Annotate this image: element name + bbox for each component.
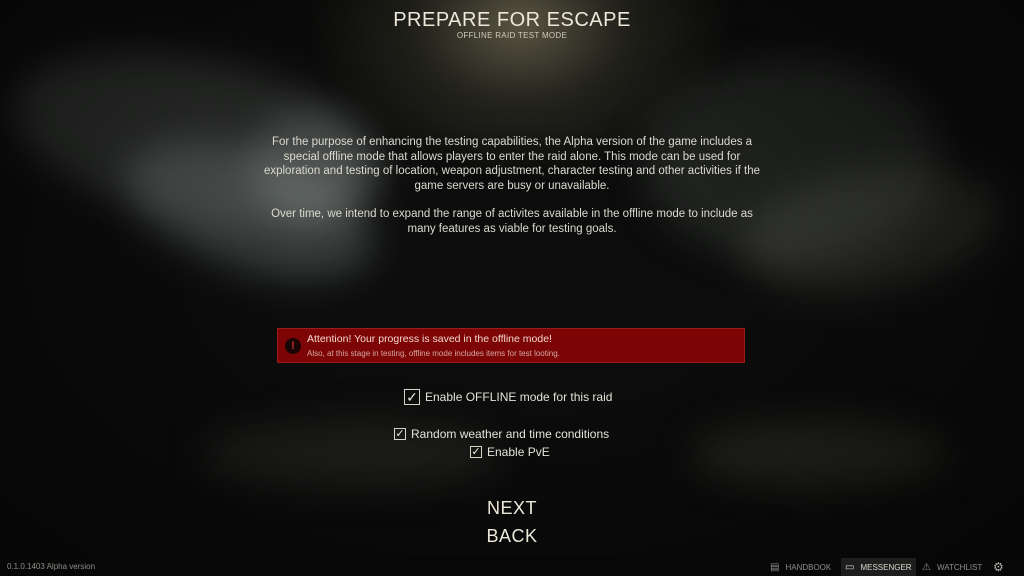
messenger-label: MESSENGER bbox=[860, 562, 912, 572]
page-subtitle: OFFLINE RAID TEST MODE bbox=[456, 31, 568, 40]
random-weather-option[interactable]: ✓ Random weather and time conditions bbox=[394, 426, 609, 442]
messenger-button[interactable]: ▭ MESSENGER bbox=[841, 558, 916, 576]
watchlist-icon: ⚠ bbox=[922, 561, 931, 573]
handbook-label: HANDBOOK bbox=[785, 562, 832, 572]
settings-gear-icon[interactable]: ⚙ bbox=[993, 560, 1004, 574]
description-paragraph-1: For the purpose of enhancing the testing… bbox=[263, 136, 761, 192]
exclamation-icon: ! bbox=[285, 338, 301, 354]
next-button[interactable]: NEXT bbox=[0, 498, 1024, 519]
page-title: PREPARE FOR ESCAPE bbox=[393, 9, 631, 31]
warning-text: Also, at this stage in testing, offline … bbox=[307, 349, 560, 358]
random-weather-label: Random weather and time conditions bbox=[411, 427, 610, 441]
warning-title: Attention! Your progress is saved in the… bbox=[307, 333, 552, 345]
version-label: 0.1.0.1403 Alpha version bbox=[7, 562, 96, 571]
blurred-background bbox=[0, 0, 1024, 576]
offline-mode-option[interactable]: ✓ Enable OFFLINE mode for this raid bbox=[404, 389, 612, 405]
pve-option[interactable]: ✓ Enable PvE bbox=[470, 444, 550, 460]
messenger-icon: ▭ bbox=[845, 561, 855, 573]
offline-mode-label: Enable OFFLINE mode for this raid bbox=[425, 390, 613, 404]
pve-checkbox[interactable]: ✓ bbox=[470, 446, 482, 458]
handbook-icon: ▤ bbox=[770, 561, 780, 573]
bottom-status-bar: 0.1.0.1403 Alpha version ▤ HANDBOOK ▭ ME… bbox=[0, 558, 1024, 576]
pve-label: Enable PvE bbox=[487, 445, 550, 459]
watchlist-label: WATCHLIST bbox=[936, 562, 983, 572]
watchlist-button[interactable]: ⚠ WATCHLIST bbox=[922, 558, 982, 576]
handbook-button[interactable]: ▤ HANDBOOK bbox=[770, 558, 831, 576]
back-button[interactable]: BACK bbox=[0, 526, 1024, 547]
description-paragraph-2: Over time, we intend to expand the range… bbox=[271, 208, 753, 235]
offline-warning-banner: ! Attention! Your progress is saved in t… bbox=[277, 328, 745, 363]
offline-mode-checkbox[interactable]: ✓ bbox=[404, 389, 420, 405]
random-weather-checkbox[interactable]: ✓ bbox=[394, 428, 406, 440]
